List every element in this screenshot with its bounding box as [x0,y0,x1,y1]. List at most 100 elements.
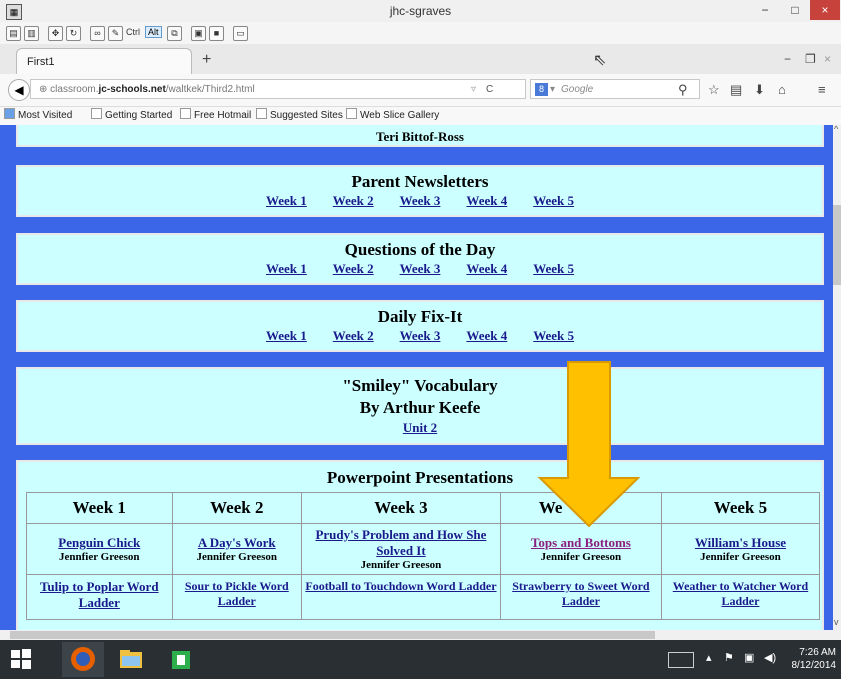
ppt-link[interactable]: Strawberry to Sweet Word Ladder [501,579,661,609]
author-name: Jennifer Greeson [540,551,622,563]
table-cell: Penguin Chick Jennfier Greeson [26,523,173,575]
menu-icon[interactable]: ≡ [818,82,826,97]
section-questions-of-the-day: Questions of the Day Week 1 Week 2 Week 3 W… [16,233,824,285]
paste-icon[interactable]: ▣ [191,26,206,41]
properties-icon[interactable]: ▤ [6,26,21,41]
minimize-button[interactable]: − [750,0,780,20]
vocab-author: By Arthur Keefe [359,398,481,417]
refresh-icon[interactable]: ↻ [66,26,81,41]
chevron-down-icon: ▾ [550,84,556,95]
header-week-5: Week 5 [660,492,821,524]
ppt-title: Powerpoint Presentations [326,468,514,487]
reload-icon[interactable]: C [486,80,493,100]
clock[interactable]: 7:26 AM 8/12/2014 [784,646,837,672]
link-unit-2[interactable]: Unit 2 [403,420,437,436]
link-week-5[interactable]: Week 5 [533,261,574,277]
ppt-link[interactable]: Penguin Chick [27,535,172,551]
scroll-down-icon[interactable]: v [834,617,839,627]
table-cell: Weather to Watcher Word Ladder [660,574,821,620]
new-tab-button[interactable]: + [202,51,211,69]
bookmark-star-icon[interactable]: ☆ [708,82,720,98]
paint-icon[interactable]: ✎ [108,26,123,41]
link-week-1[interactable]: Week 1 [266,261,307,277]
ppt-link[interactable]: Tulip to Poplar Word Ladder [27,579,172,611]
copy-icon[interactable]: ⧉ [167,26,182,41]
ppt-link[interactable]: Tops and Bottoms [501,535,661,551]
tool-strip: ▤ ▥ ✥ ↻ ∞ ✎ Ctrl Alt ⧉ ▣ ■ ▭ [0,22,841,45]
table-cell: Tulip to Poplar Word Ladder [26,574,173,620]
link-week-1[interactable]: Week 1 [266,193,307,209]
table-cell: William's House Jennifer Greeson [660,523,821,575]
scroll-up-icon[interactable]: ^ [834,124,838,134]
tab-first1[interactable]: First1 [16,48,192,74]
ppt-link[interactable]: Sour to Pickle Word Ladder [173,579,301,609]
network-icon[interactable]: ▣ [744,651,754,664]
dropdown-icon[interactable]: ▿ [471,80,476,100]
search-input[interactable]: 8 ▾ Google [530,79,700,99]
search-engine-icon[interactable]: 8 [535,83,548,96]
link-week-5[interactable]: Week 5 [533,193,574,209]
show-hidden-icons-icon[interactable]: ▴ [706,651,712,664]
link-week-2[interactable]: Week 2 [333,193,374,209]
url-prefix: classroom. [50,84,99,95]
link-week-3[interactable]: Week 3 [400,193,441,209]
link-week-1[interactable]: Week 1 [266,328,307,344]
ppt-link[interactable]: A Day's Work [173,535,301,551]
notes-icon[interactable]: ▥ [24,26,39,41]
mouse-cursor-icon: ⇖ [593,52,607,69]
store-icon[interactable] [160,642,202,677]
url-bar[interactable]: ⊕ classroom.jc-schools.net/waltkek/Third… [30,79,526,99]
ctrl-key-icon[interactable]: Ctrl [126,27,140,37]
window-icon[interactable]: ▭ [233,26,248,41]
vocab-title: "Smiley" Vocabulary [342,376,498,395]
ppt-link[interactable]: Football to Touchdown Word Ladder [302,579,500,594]
minimize-inner-button[interactable]: − [784,52,791,66]
vertical-scroll-thumb[interactable] [833,205,841,285]
author-name: Jennifer Greeson [196,551,278,563]
bookmark-suggested-sites[interactable]: Suggested Sites [256,107,343,125]
tools-icon[interactable]: ✥ [48,26,63,41]
alt-key-icon[interactable]: Alt [145,26,162,38]
section-title: Daily Fix-It [377,307,463,326]
navigation-bar: ◀ ⊕ classroom.jc-schools.net/waltkek/Thi… [0,74,841,107]
keyboard-icon[interactable] [668,652,694,668]
ppt-link[interactable]: William's House [662,535,819,551]
bookmark-most-visited[interactable]: Most Visited [4,107,72,125]
vertical-scrollbar[interactable] [833,125,841,630]
close-button[interactable]: × [810,0,840,20]
save-icon[interactable]: ■ [209,26,224,41]
volume-icon[interactable]: ◀) [764,651,776,664]
close-inner-button[interactable]: × [824,52,831,66]
search-icon[interactable]: ⚲ [678,82,688,98]
globe-icon: ⊕ [39,84,51,95]
bookmark-free-hotmail[interactable]: Free Hotmail [180,107,251,125]
link-week-4[interactable]: Week 4 [466,328,507,344]
restore-inner-button[interactable]: ❐ [805,52,816,66]
back-button[interactable]: ◀ [8,79,30,101]
maximize-button[interactable]: □ [780,0,810,20]
file-explorer-icon[interactable] [110,642,152,677]
bookmarks-list-icon[interactable]: ▤ [730,82,742,98]
link-week-3[interactable]: Week 3 [400,261,441,277]
ppt-link[interactable]: Prudy's Problem and How She Solved It [302,527,500,559]
horizontal-scroll-thumb[interactable] [10,631,655,639]
link-week-5[interactable]: Week 5 [533,328,574,344]
link-week-3[interactable]: Week 3 [400,328,441,344]
page-content: Teri Bittof-Ross Parent Newsletters Week… [0,125,833,630]
firefox-icon[interactable] [62,642,104,677]
ppt-link[interactable]: Weather to Watcher Word Ladder [662,579,819,609]
window-title-bar: ▦ jhc-sgraves − □ × [0,0,841,22]
flag-icon[interactable]: ⚑ [724,651,734,664]
link-week-4[interactable]: Week 4 [466,261,507,277]
link-week-4[interactable]: Week 4 [466,193,507,209]
home-icon[interactable]: ⌂ [778,82,786,97]
table-cell: A Day's Work Jennifer Greeson [171,523,303,575]
bookmark-web-slice-gallery[interactable]: Web Slice Gallery [346,107,439,125]
windows-start-icon[interactable] [10,648,32,670]
link-week-2[interactable]: Week 2 [333,328,374,344]
link-week-2[interactable]: Week 2 [333,261,374,277]
header-week-1: Week 1 [26,492,173,524]
bookmark-getting-started[interactable]: Getting Started [91,107,172,125]
download-icon[interactable]: ⬇ [754,82,765,98]
link-icon[interactable]: ∞ [90,26,105,41]
